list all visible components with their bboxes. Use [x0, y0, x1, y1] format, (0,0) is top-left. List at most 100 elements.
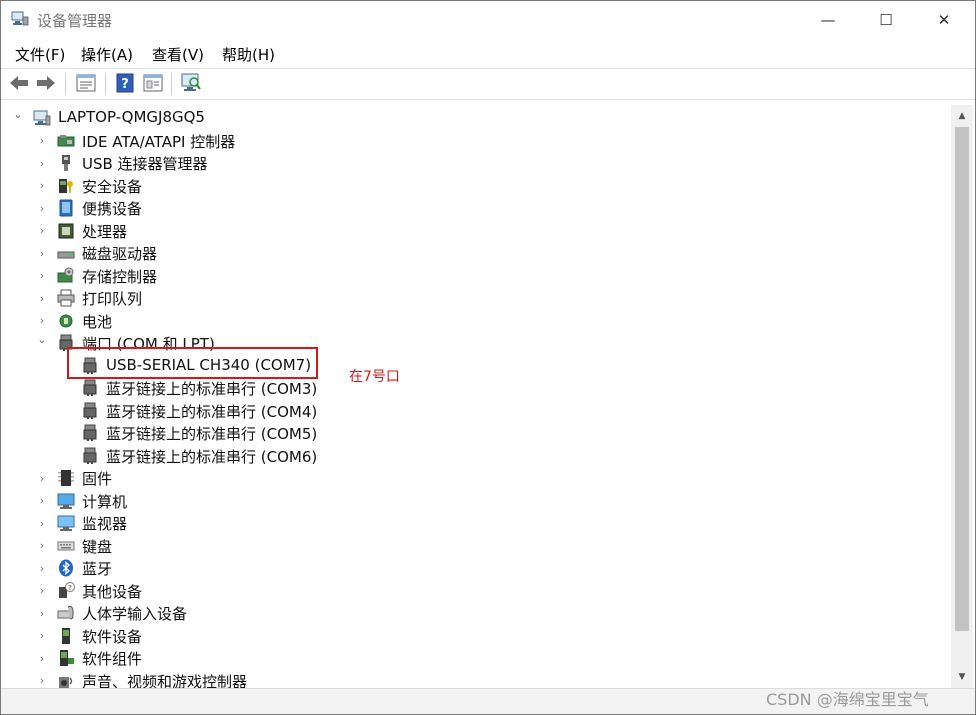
- tree-item-label: 存储控制器: [82, 267, 158, 286]
- tree-category[interactable]: › 软件设备: [1, 625, 941, 647]
- port-icon: [81, 424, 99, 442]
- menu-action[interactable]: 操作(A): [81, 44, 133, 65]
- tree-category[interactable]: › 存储控制器: [1, 265, 941, 287]
- close-button[interactable]: ✕: [915, 1, 973, 39]
- chevron-right-icon[interactable]: ›: [37, 269, 47, 282]
- chevron-right-icon[interactable]: ›: [37, 157, 47, 170]
- tree-item-label: 便携设备: [82, 200, 143, 218]
- disk-drive-icon: [57, 244, 75, 262]
- tree-category[interactable]: › 计算机: [1, 490, 941, 512]
- chevron-right-icon[interactable]: ›: [37, 629, 47, 642]
- chevron-right-icon[interactable]: ›: [37, 224, 47, 237]
- show-pane-icon[interactable]: [141, 72, 165, 94]
- scan-hardware-icon[interactable]: [179, 72, 203, 94]
- tree-item-label: 监视器: [82, 515, 128, 533]
- tree-item-label: 电池: [82, 312, 113, 331]
- forward-icon[interactable]: [34, 72, 58, 94]
- chevron-right-icon[interactable]: ›: [37, 539, 47, 552]
- tree-port-item[interactable]: 蓝牙链接上的标准串行 (COM5): [1, 422, 941, 444]
- sound-icon: [57, 672, 75, 688]
- scroll-up-arrow-icon[interactable]: ▲: [951, 107, 973, 125]
- tree-category[interactable]: › 监视器: [1, 512, 941, 534]
- chevron-right-icon[interactable]: ›: [37, 134, 47, 147]
- tree-category[interactable]: › 蓝牙: [1, 557, 941, 579]
- tree-category[interactable]: › USB 连接器管理器: [1, 152, 941, 174]
- port-icon: [81, 447, 99, 465]
- tree-item-label: 磁盘驱动器: [82, 245, 158, 263]
- tree-category[interactable]: › 安全设备: [1, 175, 941, 197]
- window-title: 设备管理器: [37, 12, 113, 30]
- tree-item-label: USB 连接器管理器: [82, 155, 208, 173]
- tree-port-item[interactable]: 蓝牙链接上的标准串行 (COM6): [1, 445, 941, 467]
- toolbar: ?: [1, 68, 975, 100]
- toolbar-separator: [171, 73, 172, 95]
- chevron-right-icon[interactable]: ›: [37, 494, 47, 507]
- tree-port-item[interactable]: 蓝牙链接上的标准串行 (COM3): [1, 377, 941, 399]
- chevron-right-icon[interactable]: ›: [37, 517, 47, 530]
- tree-item-label: 软件设备: [82, 627, 143, 646]
- scroll-down-arrow-icon[interactable]: ▼: [951, 668, 973, 686]
- chevron-right-icon[interactable]: ›: [37, 472, 47, 485]
- tree-category[interactable]: › 键盘: [1, 535, 941, 557]
- tree-item-label: 处理器: [82, 222, 128, 241]
- help-icon[interactable]: ?: [113, 72, 137, 94]
- title-bar: 设备管理器 — ☐ ✕: [1, 1, 975, 39]
- storage-controller-icon: [57, 267, 75, 285]
- tree-item-label: 蓝牙: [82, 560, 113, 578]
- chevron-right-icon[interactable]: ›: [37, 292, 47, 305]
- menu-help[interactable]: 帮助(H): [222, 44, 275, 65]
- tree-item-label: 蓝牙链接上的标准串行 (COM6): [106, 447, 318, 466]
- tree-category[interactable]: › 处理器: [1, 220, 941, 242]
- vertical-scrollbar[interactable]: ▲ ▼: [951, 105, 973, 688]
- menu-bar: 文件(F) 操作(A) 查看(V) 帮助(H): [1, 41, 975, 65]
- tree-item-label: 蓝牙链接上的标准串行 (COM4): [106, 402, 318, 421]
- back-icon[interactable]: [7, 72, 31, 94]
- tree-category[interactable]: › 固件: [1, 467, 941, 489]
- device-tree[interactable]: ⌄ LAPTOP-QMGJ8GQ5 › IDE ATA/ATAPI 控制器 › USB 连…: [1, 105, 951, 688]
- device-manager-app-icon: [11, 11, 29, 26]
- tree-category[interactable]: › 软件组件: [1, 647, 941, 669]
- tree-category[interactable]: › 电池: [1, 310, 941, 332]
- minimize-button[interactable]: —: [799, 1, 857, 39]
- printer-icon: [57, 289, 75, 307]
- chevron-right-icon[interactable]: ›: [37, 247, 47, 260]
- scrollbar-thumb[interactable]: [955, 127, 969, 631]
- tree-category[interactable]: › 便携设备: [1, 197, 941, 219]
- chevron-right-icon[interactable]: ›: [37, 607, 47, 620]
- hid-icon: [57, 604, 75, 622]
- chevron-right-icon[interactable]: ›: [37, 202, 47, 215]
- chevron-right-icon[interactable]: ›: [37, 584, 47, 597]
- tree-item-label: IDE ATA/ATAPI 控制器: [82, 132, 236, 151]
- tree-category[interactable]: › IDE ATA/ATAPI 控制器: [1, 130, 941, 152]
- chevron-right-icon[interactable]: ›: [37, 179, 47, 192]
- computer-icon: [57, 492, 75, 510]
- tree-item-label: 其他设备: [82, 582, 143, 601]
- menu-view[interactable]: 查看(V): [152, 44, 204, 65]
- chevron-right-icon[interactable]: ›: [37, 652, 47, 665]
- tree-root-computer[interactable]: ⌄ LAPTOP-QMGJ8GQ5: [1, 107, 941, 129]
- tree-category[interactable]: › 打印队列: [1, 287, 941, 309]
- toolbar-separator: [65, 73, 66, 95]
- menu-file[interactable]: 文件(F): [15, 44, 65, 65]
- security-device-icon: [57, 177, 75, 195]
- chevron-right-icon[interactable]: ›: [37, 314, 47, 327]
- other-device-icon: ?: [57, 581, 75, 600]
- tree-item-label: 软件组件: [82, 650, 143, 668]
- usb-connector-icon: [57, 154, 75, 172]
- tree-category[interactable]: ›? 其他设备: [1, 580, 941, 602]
- tree-item-label: 固件: [82, 470, 113, 488]
- tree-category[interactable]: › 磁盘驱动器: [1, 242, 941, 264]
- chevron-down-icon[interactable]: ⌄: [37, 333, 47, 346]
- chevron-down-icon[interactable]: ⌄: [13, 108, 23, 121]
- chevron-right-icon[interactable]: ›: [37, 562, 47, 575]
- properties-icon[interactable]: [74, 72, 98, 94]
- tree-category[interactable]: › 人体学输入设备: [1, 602, 941, 624]
- software-device-icon: [57, 627, 75, 645]
- bluetooth-icon: [57, 559, 75, 577]
- software-component-icon: [57, 649, 75, 667]
- tree-item-label: 人体学输入设备: [82, 605, 188, 623]
- monitor-icon: [57, 514, 75, 532]
- maximize-button[interactable]: ☐: [857, 1, 915, 39]
- tree-port-item[interactable]: 蓝牙链接上的标准串行 (COM4): [1, 400, 941, 422]
- chevron-right-icon[interactable]: ›: [37, 674, 47, 687]
